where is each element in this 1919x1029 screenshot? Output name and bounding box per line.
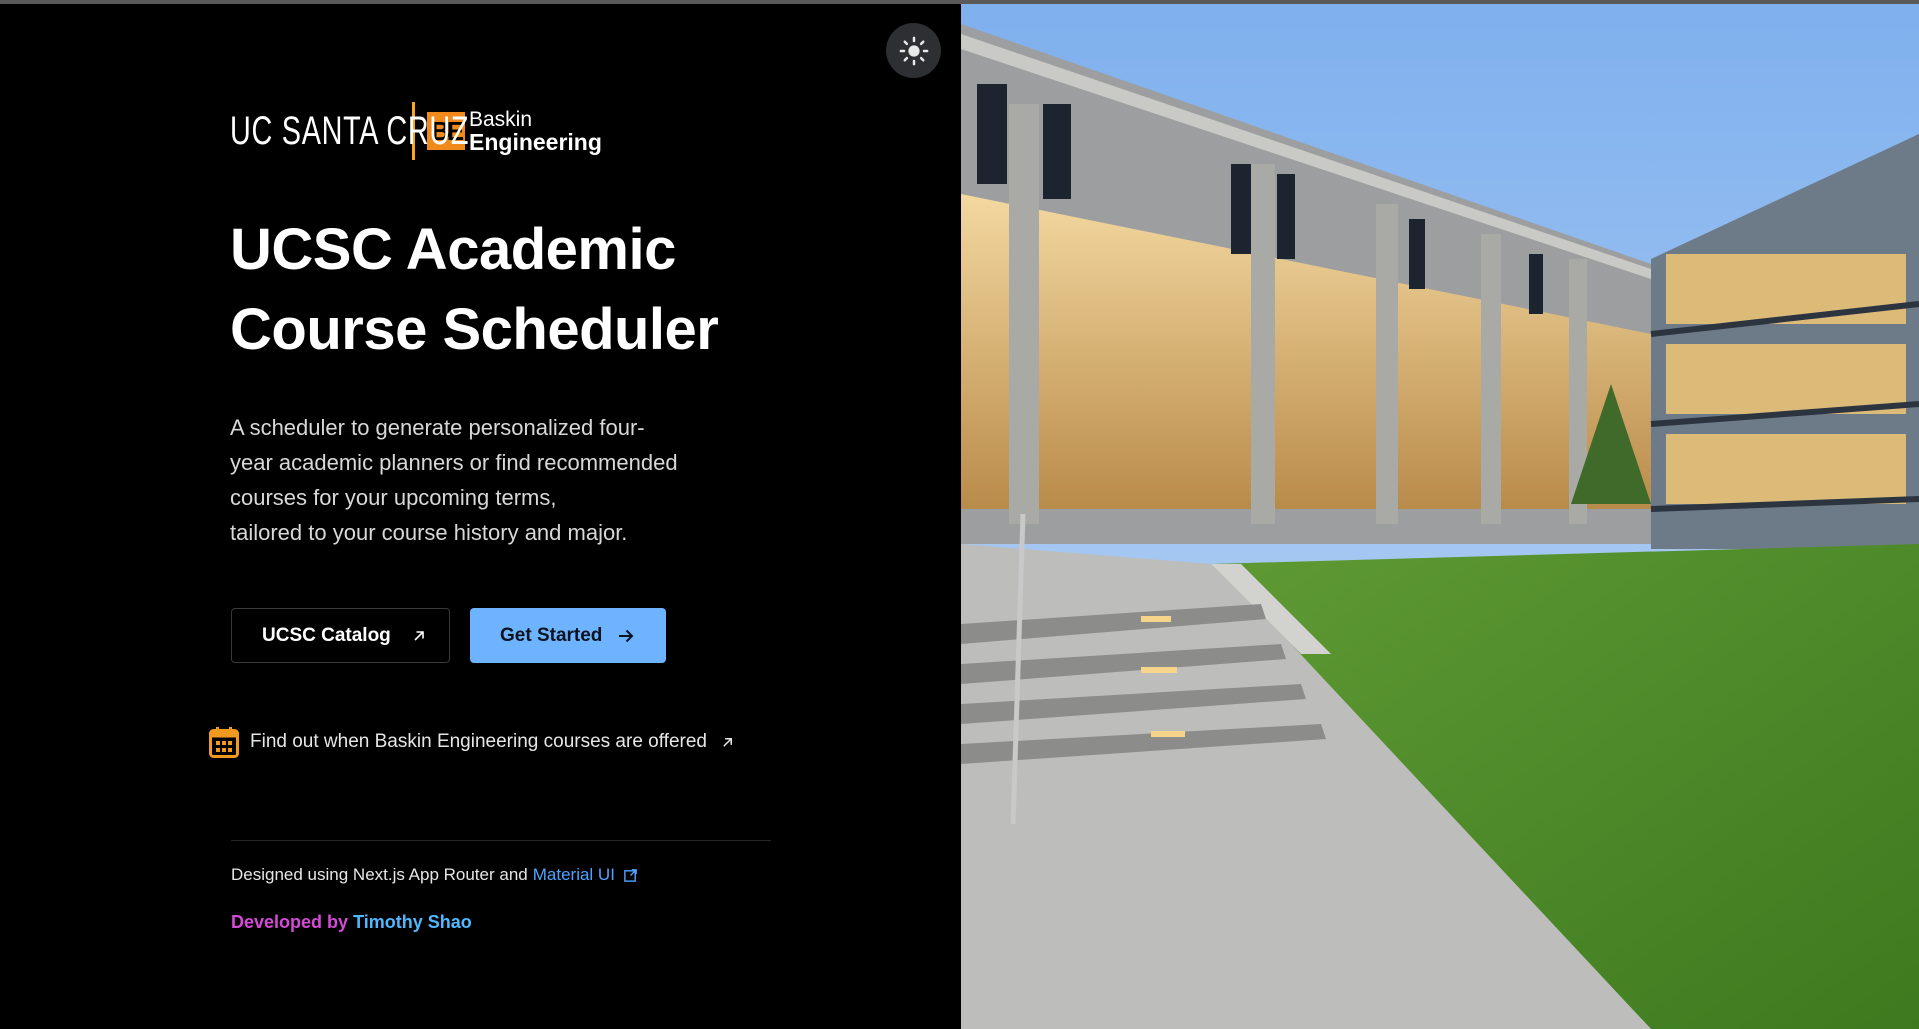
title-line-2: Course Scheduler (230, 297, 719, 362)
calendar-icon (209, 727, 239, 758)
get-started-button[interactable]: Get Started (470, 608, 666, 663)
developed-by-label: Developed by (231, 912, 349, 932)
description-line: A scheduler to generate personalized fou… (230, 415, 645, 440)
description-line: tailored to your course history and majo… (230, 520, 628, 545)
external-link-icon (624, 868, 637, 882)
engineering-word: Engineering (469, 129, 602, 155)
campus-building-photo (961, 4, 1919, 1029)
description-line: courses for your upcoming terms, (230, 485, 557, 510)
hero-description: A scheduler to generate personalized fou… (230, 410, 730, 550)
building-illustration (961, 4, 1919, 1029)
material-ui-link[interactable]: Material UI (533, 865, 615, 885)
sun-icon (899, 36, 928, 65)
description-line: year academic planners or find recommend… (230, 450, 678, 475)
developer-credit: Developed by Timothy Shao (231, 912, 472, 933)
course-offerings-link[interactable]: Find out when Baskin Engineering courses… (209, 726, 735, 758)
arrow-right-icon (619, 629, 634, 642)
ucsc-catalog-label: UCSC Catalog (262, 624, 391, 646)
arrow-up-right-icon (414, 630, 424, 641)
arrow-up-right-icon (723, 737, 732, 747)
ucsc-catalog-button[interactable]: UCSC Catalog (231, 608, 450, 663)
baskin-engineering-wordmark: Baskin Engineering (469, 108, 602, 155)
get-started-label: Get Started (500, 624, 603, 646)
baskin-word: Baskin (469, 108, 533, 131)
title-line-1: UCSC Academic (230, 217, 676, 282)
ucsc-wordmark: UC SANTA CRUZ (230, 108, 470, 153)
theme-toggle-button[interactable] (886, 23, 941, 78)
ucsc-baskin-logo: UC SANTA CRUZ BE Baskin Engineering (230, 100, 602, 162)
developer-name-link[interactable]: Timothy Shao (353, 912, 472, 932)
course-offerings-label: Find out when Baskin Engineering courses… (250, 731, 707, 752)
designed-prefix: Designed using Next.js App Router and (231, 865, 528, 884)
page-title: UCSC Academic Course Scheduler (230, 210, 790, 370)
footer-divider (231, 840, 771, 841)
designed-credit: Designed using Next.js App Router and Ma… (231, 865, 638, 885)
